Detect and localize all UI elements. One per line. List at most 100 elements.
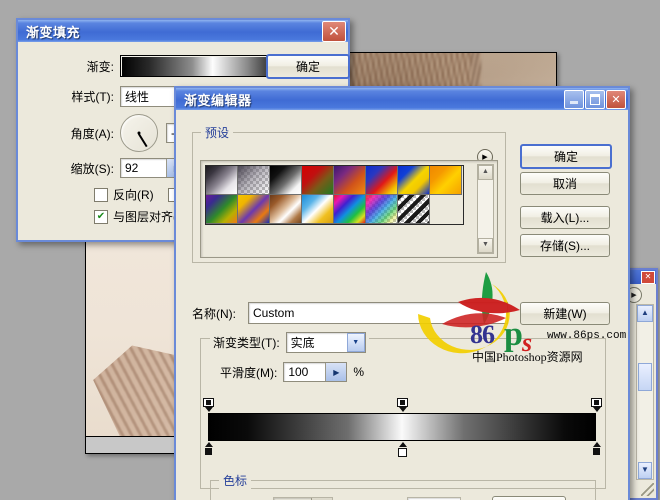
preset-swatch-copper[interactable] bbox=[270, 195, 302, 224]
smoothness-input[interactable]: 100 ▶ bbox=[283, 362, 348, 382]
gradient-editor-title: 渐变编辑器 bbox=[184, 92, 252, 108]
color-stop-100[interactable] bbox=[591, 442, 602, 455]
gradient-editor-minimize-icon[interactable] bbox=[564, 89, 584, 109]
gradient-editor-close-icon[interactable]: ✕ bbox=[606, 89, 626, 109]
name-input[interactable]: Custom bbox=[248, 302, 508, 324]
name-label: 名称(N): bbox=[192, 306, 236, 321]
palette-close-icon[interactable]: ✕ bbox=[641, 270, 655, 284]
presets-group-title: 预设 bbox=[201, 124, 234, 141]
scale-label: 缩放(S): bbox=[70, 161, 114, 176]
preset-swatch-fill bbox=[238, 166, 269, 194]
gradient-preview-swatch[interactable] bbox=[120, 55, 280, 77]
angle-label: 角度(A): bbox=[70, 126, 114, 141]
preset-swatch-violet-orange[interactable] bbox=[334, 166, 366, 195]
preset-scrollbar[interactable]: ▲ ▼ bbox=[477, 164, 494, 254]
preset-swatch-fill bbox=[270, 195, 301, 223]
preset-scroll-down-icon[interactable]: ▼ bbox=[478, 238, 493, 253]
opacity-stop-50[interactable] bbox=[397, 398, 408, 412]
preset-swatch-blue-red-yellow[interactable] bbox=[366, 166, 398, 195]
preset-swatch-spectrum[interactable] bbox=[334, 195, 366, 224]
gradient-fill-close-icon[interactable]: ✕ bbox=[322, 20, 346, 42]
preset-list[interactable]: ▲ ▼ bbox=[200, 160, 498, 258]
color-stop-group-title: 色标 bbox=[219, 472, 252, 489]
palette-scrollbar[interactable]: ▲ ▼ bbox=[636, 304, 654, 480]
palette-scroll-up-icon[interactable]: ▲ bbox=[637, 305, 653, 322]
preset-swatch-orange-yellow-orange[interactable] bbox=[430, 166, 462, 195]
angle-dial[interactable] bbox=[120, 114, 158, 152]
color-stop-100-swatch[interactable] bbox=[593, 448, 600, 455]
smoothness-stepper-icon[interactable]: ▶ bbox=[325, 363, 347, 381]
preset-swatch-fill bbox=[334, 166, 365, 194]
gradient-label: 渐变: bbox=[86, 59, 114, 74]
gradient-editor-new-button[interactable]: 新建(W) bbox=[520, 302, 610, 325]
reverse-checkbox[interactable] bbox=[94, 187, 108, 202]
gradient-editor-save-button[interactable]: 存储(S)... bbox=[520, 234, 610, 257]
name-value: Custom bbox=[253, 306, 295, 320]
preset-swatch-fill bbox=[366, 195, 397, 223]
preset-swatch-grid bbox=[205, 165, 464, 225]
gradient-fill-titlebar[interactable]: 渐变填充 ✕ bbox=[18, 20, 348, 42]
reverse-label: 反向(R) bbox=[113, 188, 154, 202]
gradient-editor-body: 预设 ▶ ▲ ▼ 确定 取消 载入(L)... 存储(S)... 名称(N): … bbox=[176, 110, 628, 500]
smoothness-label: 平滑度(M): bbox=[220, 365, 278, 380]
gradient-bar-editor[interactable] bbox=[203, 398, 602, 457]
style-select-value: 线性 bbox=[125, 90, 150, 104]
gradient-editor-titlebar[interactable]: 渐变编辑器 ✕ bbox=[176, 88, 628, 110]
smoothness-value: 100 bbox=[288, 365, 309, 379]
gradient-type-value: 实底 bbox=[290, 336, 315, 350]
preset-swatch-violet-green-orange[interactable] bbox=[206, 195, 238, 224]
palette-scroll-thumb[interactable] bbox=[638, 363, 652, 391]
color-stop-50-swatch[interactable] bbox=[398, 448, 407, 457]
color-stop-controls: 不透明度: ▶ % 位置: % 删除(D) bbox=[218, 496, 567, 500]
preset-swatch-transparent-rainbow[interactable] bbox=[366, 195, 398, 224]
preset-swatch-fill bbox=[238, 195, 269, 223]
preset-swatch-fill bbox=[206, 195, 237, 223]
preset-swatch-fill bbox=[334, 195, 365, 223]
delete-stop-button: 删除(D) bbox=[492, 496, 567, 500]
preset-swatch-blue-yellow-blue[interactable] bbox=[398, 166, 430, 195]
preset-swatch-blue-yellow-white[interactable] bbox=[302, 195, 334, 224]
preset-swatch-fill bbox=[398, 195, 429, 223]
gradient-editor-ok-button[interactable]: 确定 bbox=[520, 144, 612, 169]
smoothness-percent: % bbox=[353, 365, 364, 379]
preset-swatch-fill bbox=[206, 166, 237, 194]
gradient-editor-cancel-button[interactable]: 取消 bbox=[520, 172, 610, 195]
color-stop-0[interactable] bbox=[203, 442, 214, 455]
preset-swatch-fill bbox=[270, 166, 301, 194]
gradient-editor-dialog[interactable]: 渐变编辑器 ✕ 预设 ▶ ▲ ▼ 确定 取消 载入(L)... 存储(S)...… bbox=[174, 86, 630, 500]
opacity-stop-100[interactable] bbox=[591, 398, 602, 412]
angle-dial-needle bbox=[138, 133, 148, 147]
screenshot-root: ✕ ▶ ▲ ▼ 渐变填充 ✕ 渐变: ▼ 确定 样式(T): bbox=[0, 0, 660, 500]
preset-swatch-yellow-violet-orange-blue[interactable] bbox=[238, 195, 270, 224]
name-row: 名称(N): Custom bbox=[192, 302, 508, 324]
gradient-fill-title: 渐变填充 bbox=[26, 24, 81, 40]
preset-swatch-fill bbox=[398, 166, 429, 194]
angle-dial-hub bbox=[137, 131, 141, 135]
scale-value: 92 bbox=[125, 161, 139, 175]
palette-scroll-down-icon[interactable]: ▼ bbox=[638, 462, 652, 479]
palette-resize-grip[interactable] bbox=[641, 483, 654, 496]
gradient-type-label: 渐变类型(T): bbox=[213, 336, 280, 350]
preset-swatch-fill bbox=[366, 166, 397, 194]
gradient-type-row: 渐变类型(T): 实底 ▼ bbox=[210, 332, 369, 353]
opacity-stop-0[interactable] bbox=[203, 398, 214, 412]
preset-swatch-transparent-stripes[interactable] bbox=[398, 195, 430, 224]
style-label: 样式(T): bbox=[71, 90, 114, 104]
preset-swatch-foreground-to-background[interactable] bbox=[206, 166, 238, 195]
smoothness-row: 平滑度(M): 100 ▶ % bbox=[220, 362, 364, 382]
preset-swatch-red-green[interactable] bbox=[302, 166, 334, 195]
gradient-fill-ok-button[interactable]: 确定 bbox=[266, 54, 350, 79]
color-stop-0-swatch[interactable] bbox=[205, 448, 212, 455]
gradient-editor-maximize-icon[interactable] bbox=[585, 89, 605, 109]
reverse-row[interactable]: 反向(R) bbox=[94, 186, 182, 203]
gradient-editor-load-button[interactable]: 载入(L)... bbox=[520, 206, 610, 229]
gradient-type-chevron-down-icon[interactable]: ▼ bbox=[346, 333, 365, 352]
align-checkbox[interactable]: ✔ bbox=[94, 209, 108, 224]
preset-swatch-foreground-to-transparent[interactable] bbox=[238, 166, 270, 195]
color-stop-50[interactable] bbox=[397, 442, 408, 457]
gradient-row: 渐变: ▼ bbox=[68, 54, 297, 78]
gradient-preview-bar[interactable] bbox=[208, 413, 596, 441]
gradient-type-select[interactable]: 实底 ▼ bbox=[285, 332, 366, 353]
preset-swatch-black-to-white[interactable] bbox=[270, 166, 302, 195]
preset-scroll-up-icon[interactable]: ▲ bbox=[478, 165, 493, 180]
